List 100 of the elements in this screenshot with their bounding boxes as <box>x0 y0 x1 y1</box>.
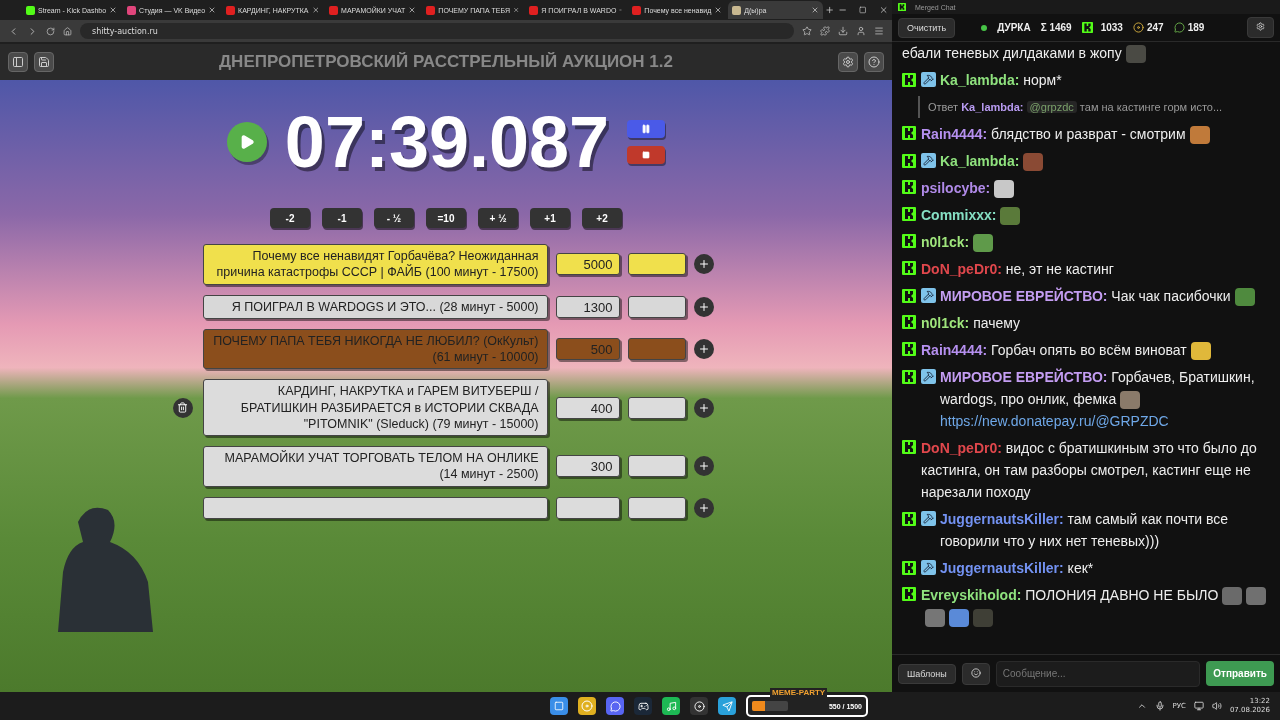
sidebar-icon <box>12 56 24 68</box>
profile-icon[interactable] <box>856 26 866 36</box>
time-adjust-button[interactable]: +1 <box>530 208 570 228</box>
viewer-count: 189 <box>1187 22 1205 33</box>
time-adjust-button[interactable]: + ½ <box>478 208 518 228</box>
time-adjust-button[interactable]: +2 <box>582 208 622 228</box>
kick-icon <box>902 440 916 454</box>
maximize-icon[interactable] <box>859 6 867 14</box>
emoji-button[interactable] <box>961 662 990 685</box>
new-tab-icon[interactable] <box>824 5 834 15</box>
game-launcher-icon[interactable] <box>634 697 652 715</box>
add-amount-field[interactable] <box>627 496 686 519</box>
microphone-icon[interactable] <box>1154 701 1165 711</box>
amount-field[interactable]: 1300 <box>555 295 620 318</box>
add-amount-field[interactable] <box>627 396 686 419</box>
amount-field[interactable]: 5000 <box>555 253 620 276</box>
lot-title[interactable]: Я ПОИГРАЛ В WARDOGS И ЭТО... (28 минут - 5000) <box>202 294 548 319</box>
send-button[interactable]: Отправить <box>1206 661 1274 686</box>
display-icon[interactable] <box>1193 701 1204 711</box>
lot-title[interactable]: МАРАМОЙКИ УЧАТ ТОРГОВАТЬ ТЕЛОМ НА ОНЛИКЕ (14 минут - 2500) <box>202 446 548 487</box>
lot-title[interactable]: КАРДИНГ, НАКРУТКА и ГАРЕМ ВИТУБЕРШ / БРАТИШКИН РАЗБИРАЕТСЯ в ИСТОРИИ СКВАДА "PITOMNIK" (Sleduck) (79 минут - 15000) <box>202 379 548 436</box>
chat-message: n0l1ck: пачему <box>921 315 1021 331</box>
clear-button[interactable]: Очистить <box>898 17 956 38</box>
music-app-icon[interactable] <box>662 697 680 715</box>
tray-expand-icon[interactable] <box>1136 701 1147 711</box>
menu-icon[interactable] <box>874 26 884 36</box>
close-icon[interactable] <box>408 6 417 14</box>
start-icon[interactable] <box>550 697 568 715</box>
help-icon <box>868 56 880 68</box>
add-button[interactable] <box>693 397 714 418</box>
stop-icon <box>642 151 651 159</box>
close-icon[interactable] <box>714 6 723 14</box>
add-amount-field[interactable] <box>627 338 686 360</box>
url-field[interactable]: shitty-auction.ru <box>80 23 794 39</box>
time-adjust-button[interactable]: -1 <box>322 208 362 228</box>
kick-icon <box>902 587 916 601</box>
add-button[interactable] <box>693 456 714 477</box>
chat-message: Commixxx: <box>921 207 997 223</box>
reload-icon[interactable] <box>46 26 55 36</box>
close-icon[interactable] <box>513 6 520 14</box>
save-button[interactable] <box>34 52 54 72</box>
kick-icon <box>902 261 916 275</box>
message-input[interactable]: Сообщение... <box>995 660 1201 687</box>
home-icon[interactable] <box>63 26 72 36</box>
close-icon[interactable] <box>878 5 888 15</box>
favicon-icon <box>529 5 539 15</box>
chat-message: DoN_peDr0: не, эт не кастинг <box>921 261 1114 277</box>
chat-message: МИРОВОЕ ЕВРЕЙСТВО: Горбачев, Братишкин, wardogs, про онлик, фемка <box>940 369 1255 407</box>
settings-button[interactable] <box>1247 17 1274 38</box>
close-icon[interactable] <box>208 6 217 14</box>
viewer-count: 247 <box>1146 22 1164 33</box>
smiley-icon <box>970 667 981 678</box>
chat-message: Rain4444: блядство и разврат - смотрим <box>921 126 1186 142</box>
sidebar-button[interactable] <box>8 52 28 72</box>
plus-icon <box>697 401 710 414</box>
record-app-icon[interactable] <box>690 697 708 715</box>
kick-icon <box>902 180 916 194</box>
help-button[interactable] <box>864 52 884 72</box>
message-text: там на кастинге горм исто... <box>1079 101 1223 113</box>
username: Ka_lambda: <box>961 101 1024 113</box>
add-amount-field[interactable] <box>627 253 686 276</box>
volume-icon[interactable] <box>1211 701 1222 711</box>
add-button[interactable] <box>693 254 714 275</box>
stop-button[interactable] <box>627 146 666 164</box>
settings-button[interactable] <box>838 52 858 72</box>
extensions-icon[interactable] <box>820 26 830 36</box>
browser-icon[interactable] <box>578 697 596 715</box>
settings-icon <box>1256 22 1265 31</box>
time-adjust-button[interactable]: -2 <box>270 208 310 228</box>
amount-field[interactable] <box>555 496 620 519</box>
donation-link[interactable]: https://new.donatepay.ru/@GRPZDC <box>940 413 1169 429</box>
messenger-icon[interactable] <box>718 697 736 715</box>
time-adjust-button[interactable]: =10 <box>426 208 466 228</box>
widget-title: MEME-PARTY <box>770 688 828 698</box>
close-icon[interactable] <box>810 6 819 14</box>
plus-icon <box>697 501 710 514</box>
download-icon[interactable] <box>838 26 848 36</box>
lot-title-field[interactable] <box>202 496 548 519</box>
add-button[interactable] <box>693 339 714 359</box>
lot-title[interactable]: Почему все ненавидят Горбачёва? Неожиданная причина катастрофы СССР | ФАЙБ (100 минут - 17500) <box>202 244 548 285</box>
settings-icon <box>842 56 854 68</box>
close-icon[interactable] <box>109 6 118 14</box>
add-amount-field[interactable] <box>627 455 686 478</box>
kick-icon <box>902 560 916 575</box>
add-button[interactable] <box>693 296 714 317</box>
close-icon[interactable] <box>311 6 320 14</box>
kick-icon <box>902 234 916 248</box>
star-icon[interactable] <box>802 26 812 36</box>
amount-field[interactable]: 300 <box>555 455 620 478</box>
kick-icon <box>902 511 916 526</box>
time-adjust-button[interactable]: - ½ <box>374 208 414 228</box>
pause-button[interactable] <box>627 120 666 138</box>
add-button[interactable] <box>693 497 714 518</box>
templates-button[interactable]: Шаблоны <box>898 663 956 684</box>
add-amount-field[interactable] <box>627 295 686 318</box>
play-button[interactable] <box>226 122 267 162</box>
delete-button[interactable] <box>172 397 193 418</box>
amount-field[interactable]: 400 <box>555 396 620 419</box>
chat-app-icon[interactable] <box>606 697 624 715</box>
favicon-icon <box>226 5 236 15</box>
